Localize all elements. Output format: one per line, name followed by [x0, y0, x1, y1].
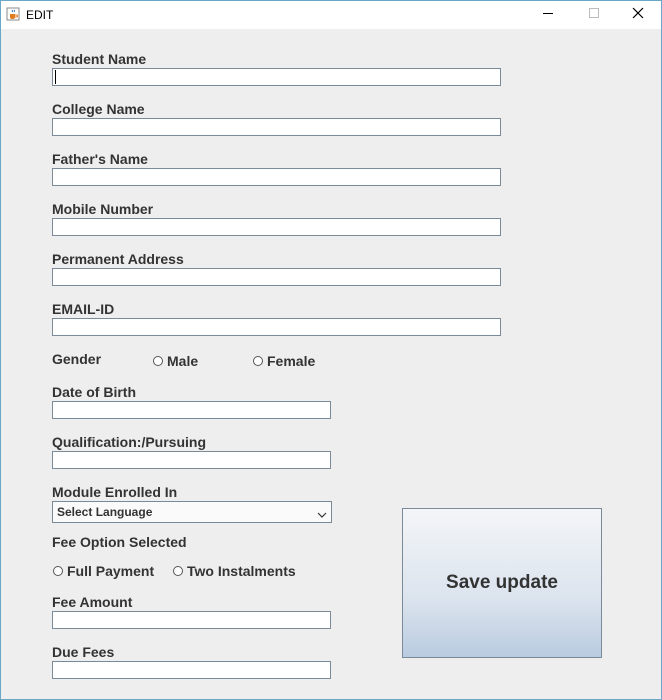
text-caret [55, 70, 56, 84]
permanent-address-label: Permanent Address [52, 251, 184, 267]
radio-circle-icon [53, 566, 63, 576]
close-icon [632, 6, 644, 24]
college-name-field[interactable] [52, 118, 501, 136]
gender-label: Gender [52, 351, 102, 367]
full-payment-radio[interactable]: Full Payment [53, 563, 154, 579]
fathers-name-label: Father's Name [52, 151, 148, 167]
permanent-address-field[interactable] [52, 268, 501, 286]
qualification-label: Qualification:/Pursuing [52, 434, 207, 450]
mobile-number-field[interactable] [52, 218, 501, 236]
save-update-button[interactable]: Save update [402, 508, 602, 658]
qualification-field[interactable] [52, 451, 331, 469]
gender-female-radio[interactable]: Female [253, 353, 315, 369]
edit-window: EDIT Student Name College Name Father's … [0, 0, 662, 700]
college-name-label: College Name [52, 101, 145, 117]
date-of-birth-label: Date of Birth [52, 384, 136, 400]
two-instalments-label: Two Instalments [187, 563, 296, 579]
module-enrolled-label: Module Enrolled In [52, 484, 178, 500]
java-cup-icon [6, 7, 20, 21]
student-name-label: Student Name [52, 51, 147, 67]
full-payment-label: Full Payment [67, 563, 155, 579]
date-of-birth-field[interactable] [52, 401, 331, 419]
maximize-icon [588, 6, 600, 24]
title-bar: EDIT [1, 1, 661, 29]
minimize-icon [542, 6, 554, 24]
minimize-button[interactable] [525, 1, 571, 29]
radio-circle-icon [153, 356, 163, 366]
two-instalments-radio[interactable]: Two Instalments [173, 563, 296, 579]
chevron-down-icon [317, 507, 327, 518]
mobile-number-label: Mobile Number [52, 201, 154, 217]
due-fees-label: Due Fees [52, 644, 115, 660]
email-id-field[interactable] [52, 318, 501, 336]
fee-option-label: Fee Option Selected [52, 534, 187, 550]
fathers-name-field[interactable] [52, 168, 501, 186]
gender-male-radio[interactable]: Male [153, 353, 198, 369]
radio-circle-icon [253, 356, 263, 366]
window-title: EDIT [26, 8, 54, 22]
due-fees-field[interactable] [52, 661, 331, 679]
gender-male-label: Male [167, 353, 199, 369]
student-name-field[interactable] [52, 68, 501, 86]
close-button[interactable] [615, 1, 661, 29]
gender-female-label: Female [267, 353, 316, 369]
email-id-label: EMAIL-ID [52, 301, 115, 317]
maximize-button[interactable] [571, 1, 617, 29]
module-select[interactable]: Select Language [52, 501, 332, 523]
fee-amount-label: Fee Amount [52, 594, 133, 610]
module-select-value: Select Language [57, 505, 153, 519]
radio-circle-icon [173, 566, 183, 576]
fee-amount-field[interactable] [52, 611, 331, 629]
